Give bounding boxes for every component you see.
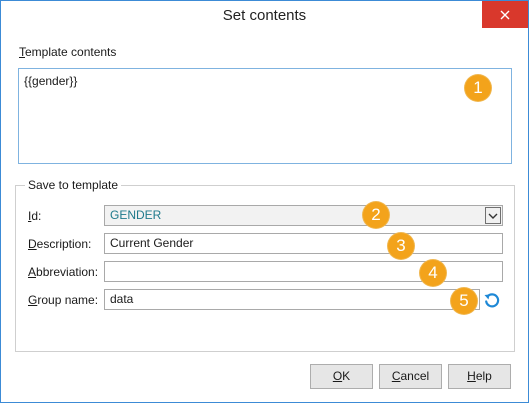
callout-badge-2: 2 xyxy=(363,202,389,228)
reset-icon[interactable] xyxy=(483,291,501,309)
description-label: Description: xyxy=(28,237,92,251)
window-title: Set contents xyxy=(222,7,307,24)
cancel-button[interactable]: Cancel xyxy=(379,364,442,389)
group-name-input[interactable]: data xyxy=(104,289,480,310)
id-dropdown-button[interactable] xyxy=(485,207,501,224)
help-button[interactable]: Help xyxy=(448,364,511,389)
template-contents-textarea[interactable]: {{gender}} xyxy=(18,68,512,164)
group-name-label: Group name: xyxy=(28,293,99,307)
save-to-template-title: Save to template xyxy=(25,178,122,192)
id-select[interactable]: GENDER xyxy=(104,205,503,226)
template-contents-label: Template contents xyxy=(19,45,117,59)
callout-badge-5: 5 xyxy=(451,288,477,314)
abbreviation-label: Abbreviation: xyxy=(28,265,99,279)
id-label: Id: xyxy=(28,209,42,223)
callout-badge-3: 3 xyxy=(388,233,414,259)
id-select-value: GENDER xyxy=(110,208,162,222)
ok-button[interactable]: OK xyxy=(310,364,373,389)
dialog-window: Set contents Template contents {{gender}… xyxy=(0,0,529,403)
title-bar: Set contents xyxy=(1,1,528,31)
close-icon xyxy=(500,10,510,19)
close-button[interactable] xyxy=(482,1,528,28)
callout-badge-1: 1 xyxy=(465,75,491,101)
chevron-down-icon xyxy=(488,213,498,219)
description-input[interactable]: Current Gender xyxy=(104,233,503,254)
callout-badge-4: 4 xyxy=(420,260,446,286)
